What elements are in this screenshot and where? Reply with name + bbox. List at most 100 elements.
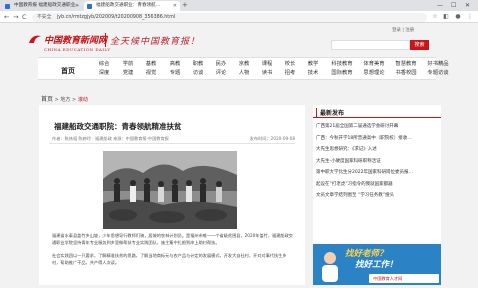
nav-link[interactable]: 综合 <box>94 60 114 69</box>
sidebar-news-link[interactable]: 广西第21届全国第二届通选学会研讨开幕 <box>316 123 438 129</box>
new-tab-button[interactable]: + <box>182 1 188 10</box>
person-illustration-icon <box>322 252 338 282</box>
nav-link[interactable]: 高教 <box>165 60 185 69</box>
nav-link[interactable]: 教学 <box>303 60 323 69</box>
nav-link[interactable]: 思想理论 <box>360 69 388 78</box>
logo-subtitle: CHINA EDUCATION DAILY <box>44 47 111 52</box>
url-field[interactable]: 不安全 jyb.cn/rmtzgjyb/202009/t20200908_356… <box>32 12 427 22</box>
url-text: jyb.cn/rmtzgjyb/202009/t20200908_356386.… <box>56 14 176 20</box>
ad-headline-2: 找好工作！ <box>355 260 398 270</box>
close-window-button[interactable]: ✕ <box>465 0 470 11</box>
sidebar-news-link[interactable]: 大先生-小硬度国家科研职称活证 <box>316 158 438 164</box>
nav-link[interactable]: 学前 <box>118 60 138 69</box>
tab-title: 中国教育报 福建船政交通职业… <box>14 3 80 8</box>
tab-title: 福建船政交通职业：青春领航… <box>96 3 161 8</box>
browser-tab[interactable]: 中国教育报 福建船政交通职业… ✕ <box>2 1 82 11</box>
menu-icon[interactable]: ⋮ <box>466 13 474 21</box>
sidebar-news-link[interactable]: 文员文章学结列图至 “学习任务教”搜头 <box>316 192 438 198</box>
nav-link[interactable]: 专题 <box>165 69 185 78</box>
nav-link[interactable]: 职教 <box>188 60 208 69</box>
breadcrumb: 首页 > 地方 > 滚动 <box>41 94 88 103</box>
sidebar-news-link[interactable]: 大先生思想研究：《求记》入述 <box>316 146 438 152</box>
nav-link[interactable]: 读书 <box>257 69 277 78</box>
breadcrumb-current[interactable]: 滚动 <box>78 97 88 103</box>
nav-link[interactable]: 深度 <box>94 69 114 78</box>
article-date: 发布时间：2020-09-08 <box>249 136 295 141</box>
nav-column: 民办 评论 <box>211 60 231 78</box>
nav-column: 学前 党建 <box>118 60 138 78</box>
web-page: 登录 | 注册 中国教育新闻网 CHINA EDUCATION DAILY 全天… <box>0 23 478 288</box>
ad-brand: 中国教育人才网 <box>369 274 439 283</box>
not-secure-label[interactable]: 不安全 <box>37 15 51 20</box>
close-tab-icon[interactable]: ✕ <box>173 1 177 11</box>
site-slogan: 全天候中国教育报！ <box>110 37 201 47</box>
nav-link[interactable]: 校长 <box>280 60 300 69</box>
maximize-button[interactable]: ☐ <box>451 0 456 11</box>
nav-link[interactable]: 书香校园 <box>392 69 420 78</box>
nav-column: 好书精品 专题访谈 <box>424 60 452 78</box>
nav-column: 职教 访谈 <box>188 60 208 78</box>
reload-button[interactable]: C <box>22 11 27 23</box>
sidebar-news-link[interactable]: 广西：今秋开学18所普通高中（职院校）接收… <box>316 135 438 141</box>
sidebar-title: 最新发布 <box>316 108 344 117</box>
article-title: 福建船政交通职院：青春领航精准扶贫 <box>54 122 182 131</box>
breadcrumb-separator: > <box>54 97 59 103</box>
site-logo[interactable]: 中国教育新闻网 CHINA EDUCATION DAILY <box>44 33 111 52</box>
breadcrumb-level1[interactable]: 地方 <box>60 97 70 103</box>
favicon-icon <box>87 3 92 9</box>
nav-link[interactable]: 好书精品 <box>424 60 452 69</box>
nav-column: 课程 读书 <box>257 60 277 78</box>
close-tab-icon[interactable]: ✕ <box>75 1 79 11</box>
nav-column: 综合 深度 <box>94 60 114 78</box>
nav-column: 基教 视觉 <box>141 60 161 78</box>
article-meta: 作者：陈炜祖 陈婷玲 · 福建船政 来源：中国教育报·中国教育报 <box>52 136 169 141</box>
browser-tab-bar: 中国教育报 福建船政交通职业… ✕ 福建船政交通职业：青春领航… ✕ + — ☐… <box>0 0 478 11</box>
nav-column: 京教 人物 <box>234 60 254 78</box>
nav-link[interactable]: 体育美育 <box>360 60 388 69</box>
nav-link[interactable]: 技术 <box>303 69 323 78</box>
nav-link[interactable]: 人物 <box>234 69 254 78</box>
nav-link[interactable]: 访谈 <box>188 69 208 78</box>
nav-link[interactable]: 智慧教育 <box>392 60 420 69</box>
main-nav: 首页 综合 深度 学前 党建 基教 视觉 高教 专题 职教 访谈 民办 评论 京教 人物 课程 读书 校长 招考教… <box>38 57 449 80</box>
article-panel: 福建船政交通职院：青春领航精准扶贫 作者：陈炜祖 陈婷玲 · 福建船政 来源：中… <box>39 105 305 285</box>
nav-link[interactable]: 课程 <box>257 60 277 69</box>
logo-divider <box>105 33 106 47</box>
logo-title: 中国教育新闻网 <box>44 36 108 46</box>
sidebar-news-link[interactable]: 起设在“打老虎”习指令的我就国家都器 <box>316 181 438 187</box>
nav-link[interactable]: 基教 <box>141 60 161 69</box>
article-paragraph: 社会实践团以一只要求，了解精准扶贫的思路，了解当地商标元与农产品与计定的发展模式… <box>52 253 287 265</box>
divider <box>49 143 295 144</box>
search-button[interactable]: 搜索 <box>410 40 429 50</box>
nav-link[interactable]: 党建 <box>118 69 138 78</box>
nav-column: 科技教育 国际教育 <box>328 60 356 78</box>
sidebar-divider <box>313 117 441 118</box>
breadcrumb-separator: > <box>72 97 77 103</box>
minimize-button[interactable]: — <box>437 0 443 11</box>
job-ad-banner[interactable]: 找好老师？ 找好工作！ 中国教育人才网 <box>313 244 441 285</box>
extension-icon[interactable]: ◧ <box>442 13 450 21</box>
favicon-icon <box>5 3 10 9</box>
nav-home[interactable]: 首页 <box>61 66 75 76</box>
browser-tab-active[interactable]: 福建船政交通职业：青春领航… ✕ <box>84 1 180 11</box>
sidebar-latest: 最新发布 广西第21届全国第二届通选学会研讨开幕 广西：今秋开学18所普通高中（职… <box>313 105 441 285</box>
nav-column: 体育美育 思想理论 <box>360 60 388 78</box>
nav-link[interactable]: 国际教育 <box>328 69 356 78</box>
nav-link[interactable]: 招考 <box>280 69 300 78</box>
nav-link[interactable]: 京教 <box>234 60 254 69</box>
search-input[interactable] <box>331 40 410 50</box>
nav-link[interactable]: 专题访谈 <box>424 69 452 78</box>
nav-link[interactable]: 科技教育 <box>328 60 356 69</box>
forward-button[interactable]: → <box>13 11 18 23</box>
nav-column: 高教 专题 <box>165 60 185 78</box>
logo-emblem-icon <box>29 35 41 43</box>
star-icon[interactable]: ☆ <box>431 13 439 21</box>
breadcrumb-home[interactable]: 首页 <box>41 96 53 103</box>
profile-icon[interactable]: ● <box>454 13 462 21</box>
nav-link[interactable]: 视觉 <box>141 69 161 78</box>
sidebar-news-link[interactable]: 第中职大学比生分2022年国家科研岗位委员报… <box>316 169 438 175</box>
nav-column: 校长 招考 <box>280 60 300 78</box>
back-button[interactable]: ← <box>4 11 9 23</box>
nav-link[interactable]: 评论 <box>211 69 231 78</box>
nav-link[interactable]: 民办 <box>211 60 231 69</box>
